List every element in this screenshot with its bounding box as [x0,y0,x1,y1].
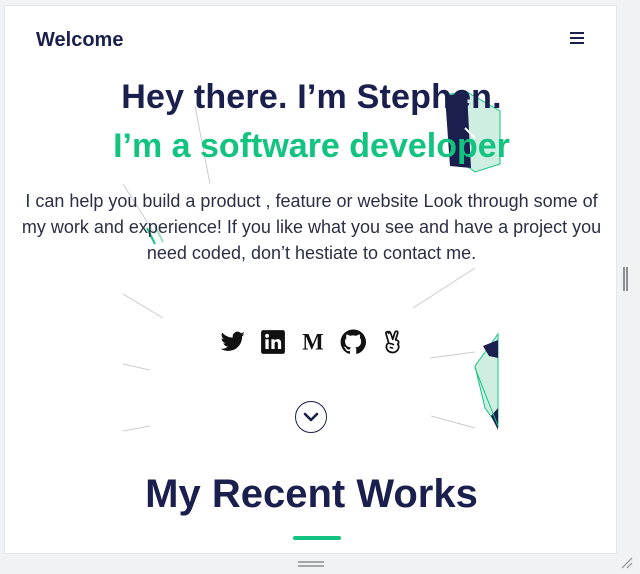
linkedin-icon [261,330,285,354]
resize-corner-icon[interactable] [620,556,634,570]
twitter-link[interactable] [220,329,246,355]
github-icon [340,329,366,354]
brand-logo-text[interactable]: Welcome [36,29,123,52]
scroll-down-button[interactable] [295,401,327,433]
angellist-link[interactable] [380,329,406,355]
chevron-down-icon [303,412,319,422]
title-underline [293,536,341,540]
medium-link[interactable]: M [300,329,326,355]
svg-text:M: M [302,330,323,355]
resize-handle-bottom[interactable] [298,561,324,567]
angellist-icon [385,330,400,354]
social-links: M [220,328,406,356]
browser-viewport: Welcome Hey there. I’m Stephen. I’m a so… [4,5,617,554]
github-link[interactable] [340,329,366,355]
hamburger-menu-icon[interactable] [570,32,586,46]
hero-subtitle: I’m a software developer [113,127,510,165]
navbar: Welcome [5,6,616,76]
medium-icon: M [302,330,323,355]
scrollbar-handle[interactable] [623,267,630,293]
twitter-icon [220,331,245,351]
linkedin-link[interactable] [260,329,286,355]
hero-title: Hey there. I’m Stephen. [121,78,502,116]
works-section-title: My Recent Works [145,472,478,516]
hero-description: I can help you build a product , feature… [21,191,602,263]
